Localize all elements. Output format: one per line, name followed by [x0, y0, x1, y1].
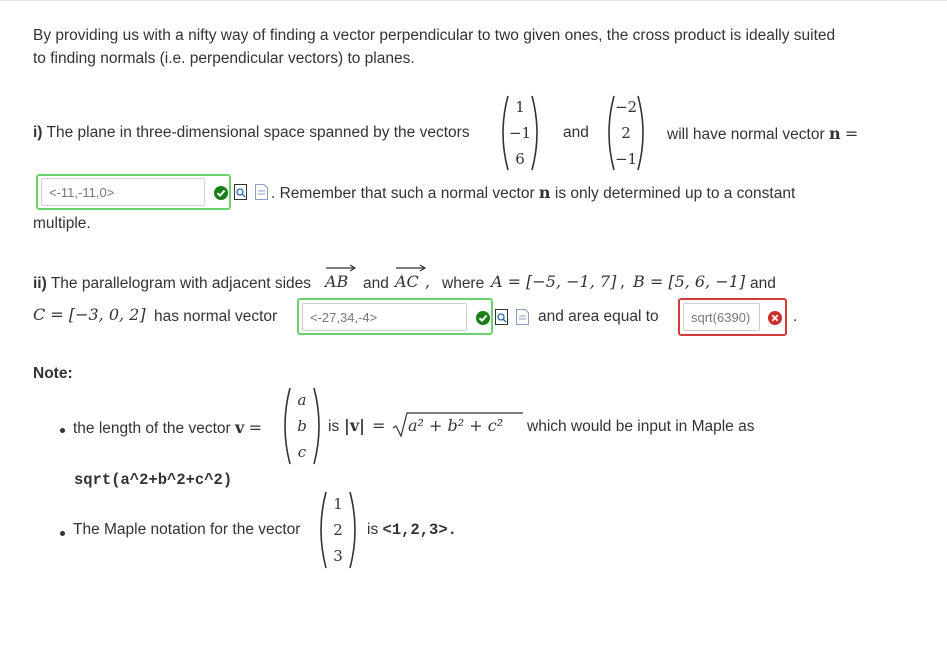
part2-label: ii)	[33, 275, 47, 292]
arrow-over-AB	[326, 264, 357, 272]
point-A-definition: A = [−5, −1, 7]	[491, 272, 617, 291]
answer-box-normal-1: <-11,-11,0>	[36, 174, 231, 210]
vector-entry: 2	[333, 521, 343, 539]
abs-v: |v|	[344, 416, 365, 435]
bullet2-is: is	[367, 521, 379, 538]
vector-entry: c	[297, 443, 307, 461]
part2-area-text: and area equal to	[538, 308, 659, 325]
part1-multiple: multiple.	[33, 215, 91, 232]
remember-n-symbol: n	[538, 183, 551, 202]
separator: ,	[620, 272, 626, 291]
equals: =	[248, 418, 263, 437]
vector-entry: 1	[333, 495, 343, 513]
bullet1-text: the length of the vector v =	[73, 418, 262, 438]
preview-icon[interactable]	[234, 184, 247, 200]
part1-statement: i) The plane in three-dimensional space …	[33, 124, 470, 142]
part1-and: and	[563, 124, 589, 141]
maple-code: sqrt(a^2+b^2+c^2)	[74, 471, 233, 489]
area-input[interactable]: sqrt(6390)	[683, 303, 760, 331]
intro-line-1: By providing us with a nifty way of find…	[33, 27, 836, 44]
bullet-dot	[60, 531, 65, 536]
normal-vector-input-1[interactable]: <-11,-11,0>	[41, 178, 205, 206]
bullet-dot	[60, 428, 65, 433]
vector-entry: −2	[614, 98, 638, 116]
part2-and: and	[363, 275, 389, 292]
top-divider	[0, 0, 947, 1]
part1-text-after-label: will have normal vector	[667, 126, 825, 143]
note-is: is	[328, 418, 340, 435]
part2-label-text: ii) The parallelogram with adjacent side…	[33, 275, 311, 293]
syntax-help-icon[interactable]	[516, 309, 529, 325]
answer-box-normal-2: <-27,34,-4>	[297, 298, 493, 335]
vector-AC: AC	[395, 272, 419, 291]
vector-entry: 6	[515, 150, 525, 168]
arrow-over-AC	[396, 264, 427, 272]
equals-2: =	[372, 416, 386, 435]
bullet2-is-text: is <1,2,3>.	[367, 521, 457, 539]
vector-entry: −1	[508, 124, 532, 142]
vector-v-symbol: v	[235, 418, 245, 437]
sqrt-content: a² + b² + c²	[408, 416, 504, 435]
bullet2-pre: The Maple notation for the vector	[73, 521, 301, 538]
part1-remember: . Remember that such a normal vector n i…	[271, 183, 795, 203]
syntax-help-icon[interactable]	[255, 184, 268, 200]
vector-entry: 3	[333, 547, 343, 565]
part2-and-2: and	[750, 275, 776, 292]
bullet2-code: <1,2,3>.	[382, 521, 457, 539]
vector-entry: 1	[515, 98, 525, 116]
note-title: Note:	[33, 365, 73, 382]
remember-text-post: is only determined up to a constant	[554, 185, 796, 202]
part2-has-normal: has normal vector	[154, 308, 278, 325]
vector-entry: b	[297, 417, 307, 435]
part1-vector1: 1 −1 6	[498, 94, 542, 172]
part1-text-after: will have normal vector n =	[667, 124, 858, 144]
vector-entry: 2	[621, 124, 631, 142]
part1-vector2: −2 2 −1	[604, 94, 648, 172]
part2-text1: The parallelogram with adjacent sides	[50, 275, 312, 292]
normal-vector-input-2[interactable]: <-27,34,-4>	[302, 303, 467, 331]
part1-equals: =	[844, 124, 859, 143]
remember-text-pre: . Remember that such a normal vector	[271, 185, 535, 202]
part2-where: where	[442, 275, 485, 292]
correct-check-icon	[476, 311, 490, 325]
bullet1-post: which would be input in Maple as	[527, 418, 755, 435]
answer-box-area: sqrt(6390)	[678, 298, 787, 336]
preview-icon[interactable]	[495, 309, 508, 325]
part1-label: i)	[33, 124, 43, 141]
point-B-definition: B = [5, 6, −1]	[633, 272, 746, 291]
comma: ,	[425, 272, 431, 291]
intro-line-2: to finding normals (i.e. perpendicular v…	[33, 50, 415, 67]
vector-entry: a	[297, 391, 307, 409]
vector-entry: −1	[614, 150, 638, 168]
bullet1-pre: the length of the vector	[73, 420, 231, 437]
part1-text: The plane in three-dimensional space spa…	[46, 124, 470, 141]
vector-AB: AB	[325, 272, 349, 291]
note-vector-123: 1 2 3	[316, 490, 360, 570]
point-C-definition: C = [−3, 0, 2]	[33, 305, 146, 324]
period: .	[793, 308, 798, 325]
part1-n-symbol: n	[828, 124, 841, 143]
correct-check-icon	[214, 186, 228, 200]
incorrect-cross-icon	[768, 311, 782, 325]
note-vector-abc: a b c	[280, 386, 324, 466]
